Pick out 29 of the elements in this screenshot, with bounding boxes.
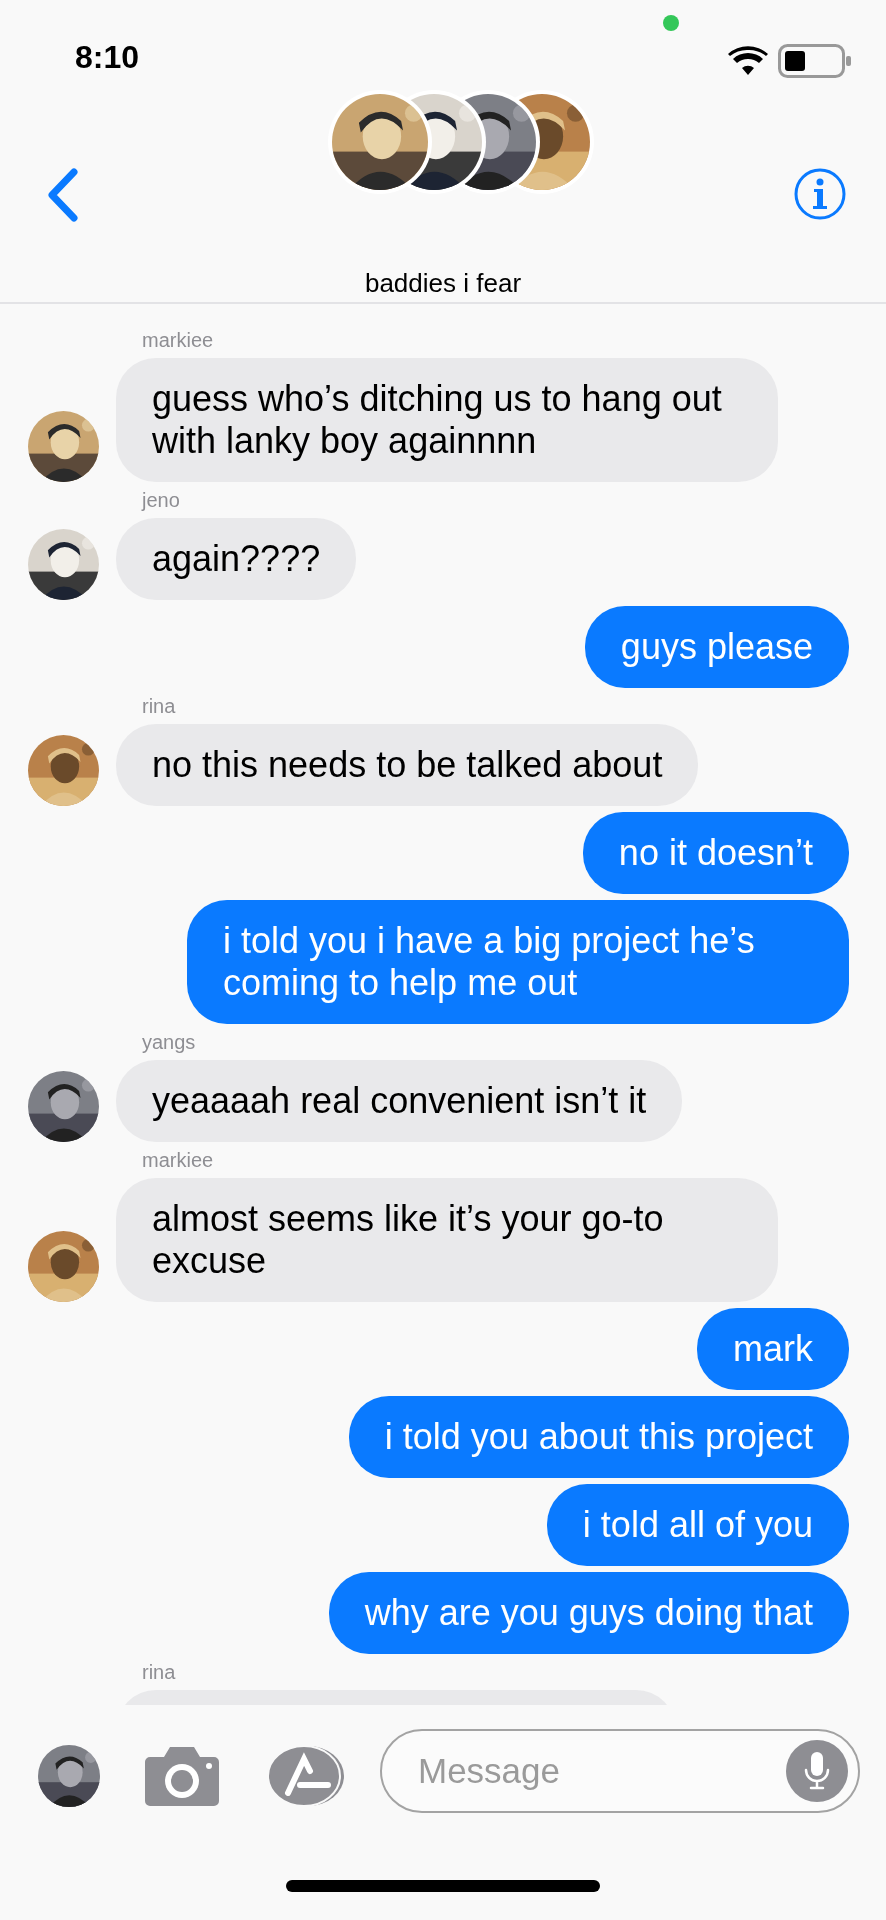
info-icon[interactable] xyxy=(794,168,846,220)
wifi-icon xyxy=(728,46,768,76)
received-message-bubble: almost seems like it’s your go-to excuse xyxy=(116,1178,778,1302)
sent-message-bubble: why are you guys doing that xyxy=(328,1572,849,1654)
message-field[interactable]: Message xyxy=(380,1729,860,1813)
sent-message-bubble: i told you i have a big project he’s coming to help me out xyxy=(187,900,849,1024)
sender-name: yangs xyxy=(142,1030,196,1054)
microphone-icon[interactable] xyxy=(786,1740,848,1802)
camera-indicator-icon xyxy=(663,15,679,31)
sender-name: markiee xyxy=(142,328,214,352)
battery-icon xyxy=(778,44,852,78)
camera-icon[interactable] xyxy=(144,1745,220,1807)
sent-message-bubble: no it doesn’t xyxy=(582,812,849,894)
received-message-bubble: again???? xyxy=(116,518,357,600)
sent-message-bubble: i told you about this project xyxy=(348,1396,849,1478)
received-message-bubble: yeaaaah real convenient isn’t it xyxy=(116,1060,683,1142)
received-message-bubble: guess who’s ditching us to hang out with lanky boy againnnn xyxy=(116,358,778,482)
sent-message-bubble: i told all of you xyxy=(546,1484,849,1566)
sender-name: markiee xyxy=(142,1148,214,1172)
message-input[interactable]: Message xyxy=(416,1750,786,1792)
conversation-title: baddies i fear xyxy=(364,268,522,299)
app-store-icon[interactable] xyxy=(266,1745,346,1807)
sent-message-bubble: guys please xyxy=(584,606,849,688)
sender-name: rina xyxy=(142,694,176,718)
sent-message-bubble: mark xyxy=(697,1308,849,1390)
received-message-bubble: no this needs to be talked about xyxy=(116,724,699,806)
sender-name: jeno xyxy=(142,488,180,512)
sender-name: rina xyxy=(142,1660,176,1684)
status-time: 8:10 xyxy=(75,38,140,76)
